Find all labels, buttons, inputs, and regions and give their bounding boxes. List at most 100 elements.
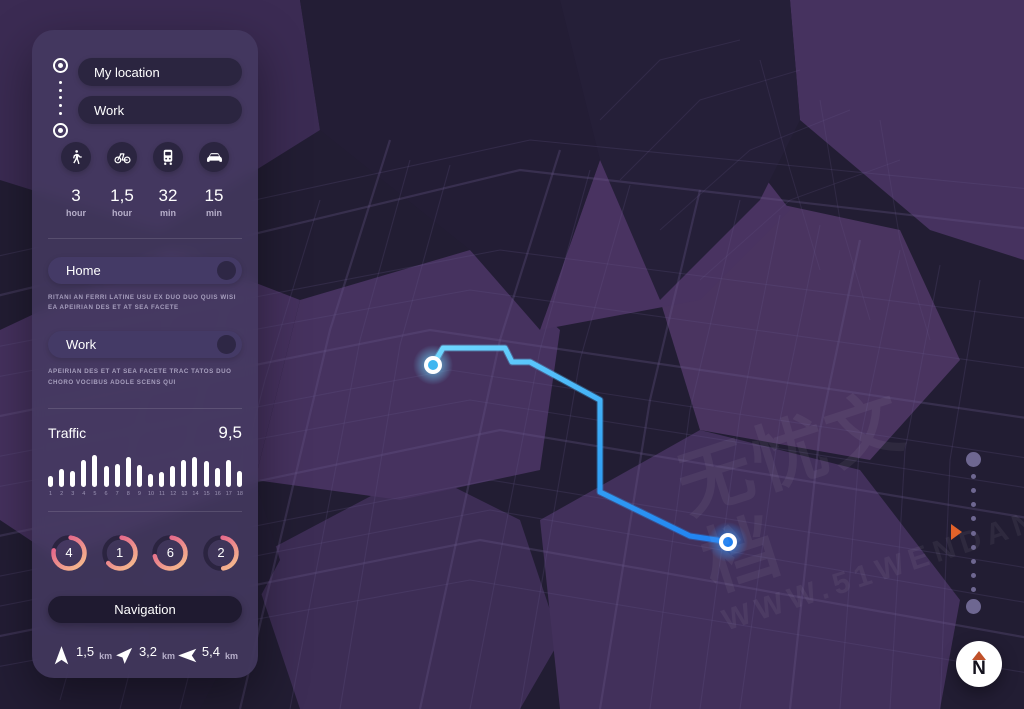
divider-top [48, 238, 242, 239]
mode-walk-value: 3 [71, 186, 81, 205]
toggle-work[interactable]: Work [48, 331, 242, 359]
navigation-button[interactable]: Navigation [48, 595, 242, 623]
traffic-bar-label: 16 [214, 490, 221, 497]
compass-button[interactable]: N [956, 641, 1002, 687]
distance-diagonal-unit: km [162, 650, 176, 661]
stat-gauge[interactable]: 2 [202, 534, 240, 572]
toggle-home[interactable]: Home [48, 257, 242, 284]
traffic-bar [114, 463, 120, 487]
map-scroll-indicator[interactable] [966, 452, 982, 614]
scroll-handle-top[interactable] [966, 452, 981, 467]
arrow-up-icon [52, 645, 71, 667]
stat-gauge-value: 2 [217, 545, 225, 561]
mode-walk[interactable]: 3 hour [54, 142, 98, 218]
scroll-handle-bottom[interactable] [966, 599, 981, 614]
toggle-home-description: RITANI AN FERRI LATINE USU EX DUO DUO QU… [48, 294, 236, 312]
mode-car[interactable]: 15 min [192, 142, 236, 218]
traffic-bar [181, 460, 187, 487]
divider-gauges [48, 510, 242, 512]
bike-icon [107, 142, 137, 172]
traffic-bar-label: 6 [104, 490, 108, 497]
traffic-bar [92, 455, 98, 487]
distance-row: 1,5 km 3,2 km 5,4 km [48, 645, 242, 667]
arrow-left-icon [178, 645, 197, 667]
walk-icon [61, 142, 91, 172]
navigation-app: 无忧文档 WWW.51WENDANG My location Work [0, 0, 1024, 709]
stat-gauges: 4 1 6 2 [48, 534, 242, 572]
traffic-bar [48, 476, 53, 487]
origin-pin-icon [52, 58, 68, 73]
traffic-score: 9,5 [218, 422, 242, 442]
traffic-bar-label: 11 [159, 490, 165, 497]
tram-icon [153, 142, 183, 172]
traffic-bar [214, 467, 220, 487]
mode-tram-value: 32 [158, 186, 178, 205]
traffic-bar [103, 466, 109, 487]
traffic-bar [81, 460, 87, 487]
traffic-bar-label: 14 [192, 490, 199, 497]
route-dotted-line [58, 73, 62, 123]
mode-bike-value: 1,5 [110, 186, 134, 205]
stat-gauge-value: 1 [116, 545, 124, 561]
traffic-bar-label: 5 [93, 490, 97, 497]
traffic-bar-label: 18 [236, 490, 243, 497]
origin-input[interactable]: My location [78, 58, 242, 86]
toggle-work-knob[interactable] [217, 335, 236, 355]
traffic-bar-label: 3 [71, 490, 75, 497]
stat-gauge-value: 4 [65, 545, 73, 561]
scroll-pointer-icon [951, 524, 962, 540]
compass-label: N [972, 657, 986, 679]
mode-bike[interactable]: 1,5 hour [100, 142, 144, 218]
mode-bike-unit: hour [112, 208, 132, 218]
traffic-bar-label: 4 [82, 490, 86, 497]
transport-modes: 3 hour 1,5 hour 32 min 15 min [48, 142, 242, 218]
traffic-bar-label: 17 [225, 490, 232, 497]
mode-car-value: 15 [204, 186, 224, 205]
traffic-header: Traffic 9,5 [48, 423, 242, 443]
toggle-home-label: Home [66, 263, 101, 278]
distance-diagonal[interactable]: 3,2 km [115, 645, 175, 667]
route-inputs: My location Work [48, 30, 242, 138]
traffic-bar-label: 7 [115, 490, 119, 497]
mode-tram[interactable]: 32 min [146, 142, 190, 218]
route-destination-marker [708, 522, 748, 562]
traffic-bar [236, 471, 242, 487]
scroll-dots [971, 474, 976, 592]
traffic-bar-label: 12 [170, 490, 177, 497]
traffic-bar-label: 10 [147, 490, 155, 497]
traffic-bar-label: 1 [48, 490, 53, 497]
mode-tram-unit: min [159, 208, 176, 218]
traffic-bar-chart [48, 453, 242, 487]
stat-gauge-value: 6 [166, 545, 174, 561]
route-origin-marker [413, 345, 453, 385]
traffic-bar [70, 471, 76, 487]
traffic-bar-label: 9 [137, 490, 141, 497]
traffic-chart-labels: 1 2 3 4 5 6 7 8 9 10 11 12 13 14 15 16 17 18 [48, 490, 243, 497]
arrow-diagonal-icon [115, 645, 134, 667]
distance-diagonal-value: 3,2 [138, 643, 158, 659]
traffic-bar [192, 456, 198, 487]
destination-pin-icon [52, 123, 68, 138]
traffic-bar [225, 460, 231, 487]
mode-walk-unit: hour [66, 208, 86, 218]
traffic-bar [136, 465, 142, 487]
destination-input[interactable]: Work [78, 96, 242, 124]
toggle-home-knob[interactable] [217, 261, 236, 280]
distance-up-unit: km [99, 650, 113, 661]
distance-left-value: 5,4 [201, 643, 220, 659]
traffic-bar [125, 456, 131, 487]
distance-up[interactable]: 1,5 km [52, 645, 112, 667]
traffic-bar [159, 472, 165, 487]
stat-gauge[interactable]: 1 [101, 534, 139, 572]
traffic-bar [170, 466, 176, 487]
traffic-bar [203, 461, 209, 487]
stat-gauge[interactable]: 6 [151, 534, 189, 572]
toggle-work-label: Work [66, 337, 97, 353]
divider-traffic [48, 407, 242, 409]
stat-gauge[interactable]: 4 [50, 534, 88, 572]
traffic-bar [147, 473, 153, 487]
traffic-bar-label: 2 [60, 490, 64, 497]
traffic-title: Traffic [48, 424, 87, 441]
distance-left[interactable]: 5,4 km [178, 645, 238, 667]
car-icon [199, 142, 229, 172]
